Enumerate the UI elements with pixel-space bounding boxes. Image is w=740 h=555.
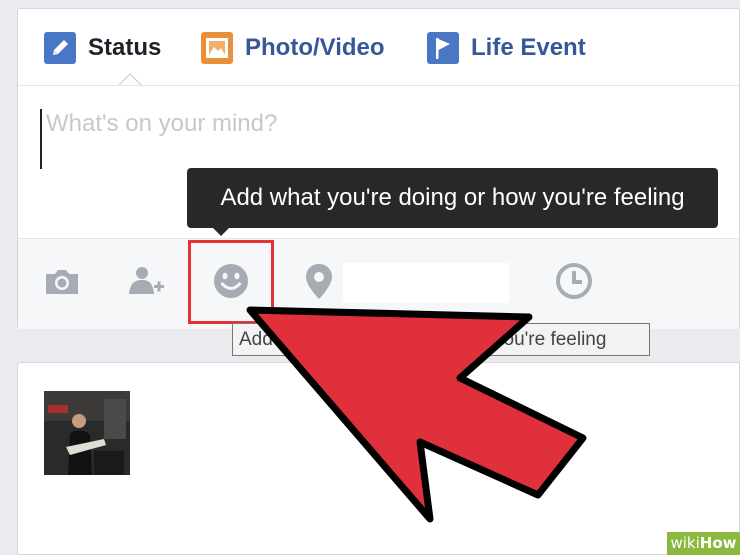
tab-photo-video-label: Photo/Video [245,34,385,61]
feeling-tooltip: Add what you're doing or how you're feel… [187,168,718,228]
tab-status[interactable]: Status [44,31,161,65]
pencil-icon [44,32,76,64]
status-input[interactable]: What's on your mind? [40,109,706,169]
tab-photo-video[interactable]: Photo/Video [201,31,385,65]
composer-actions-bar [18,238,739,329]
feed-post [17,362,740,555]
tab-status-label: Status [88,34,162,61]
tab-life-event-label: Life Event [471,34,586,61]
location-field[interactable] [343,263,509,303]
photo-icon [201,32,233,64]
location-pin-icon[interactable] [299,261,339,301]
composer-tabs: Status Photo/Video Life Event [18,9,739,86]
clock-icon[interactable] [554,261,594,301]
tab-life-event[interactable]: Life Event [427,31,586,65]
tooltip-pointer [212,227,230,236]
wikihow-watermark: wikiHow [667,532,740,555]
tag-friends-icon[interactable] [125,261,165,301]
feeling-button-highlight [188,240,274,324]
avatar[interactable] [44,391,130,475]
camera-icon[interactable] [42,261,82,301]
browser-tooltip: Add what you're doing or how you're feel… [232,323,650,356]
flag-icon [427,32,459,64]
